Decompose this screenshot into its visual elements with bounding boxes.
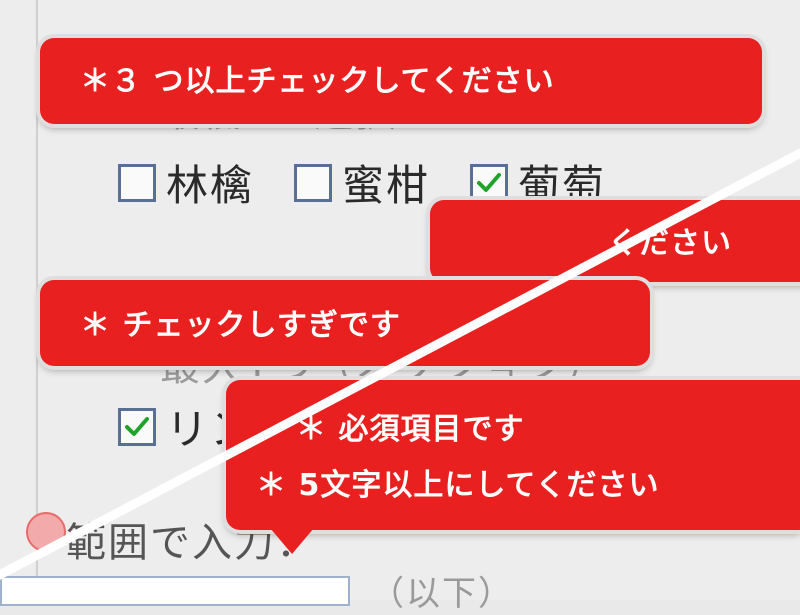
tooltip-too-many: ＊ チェックしすぎです <box>40 280 650 366</box>
check-mark-icon <box>477 172 502 192</box>
checkbox-mikan[interactable] <box>294 163 333 202</box>
check-mark-icon <box>125 416 149 436</box>
tooltip-arrow <box>270 528 314 554</box>
tooltip-hidden-right: ください <box>430 200 800 282</box>
radio-icon-section3[interactable] <box>26 512 66 552</box>
checkbox-ringo[interactable] <box>118 163 156 202</box>
input-suffix: （以下） <box>370 574 514 614</box>
tooltip-text: ＊３ つ以上チェックしてください <box>80 64 555 99</box>
tooltip-text-min-chars: ＊ 5文字以上にしてください <box>256 468 660 503</box>
option-label: 林檎 <box>166 161 255 210</box>
tooltip-required-min-chars: ＊ 必須項目です ＊ 5文字以上にしてください <box>226 380 800 530</box>
checkbox-budou[interactable] <box>470 163 509 202</box>
checkbox-ringo-katakana[interactable] <box>118 407 156 446</box>
option-mikan[interactable]: 蜜柑 <box>294 152 430 213</box>
tooltip-text-required: ＊ 必須項目です <box>296 412 525 447</box>
tooltip-text: ください <box>608 226 732 261</box>
tooltip-text: ＊ チェックしすぎです <box>80 308 401 343</box>
form-left-border <box>36 0 38 600</box>
tooltip-min-check: ＊３ つ以上チェックしてください <box>40 38 762 124</box>
option-label: 蜜柑 <box>342 161 431 210</box>
option-ringo[interactable]: 林檎 <box>118 152 254 213</box>
range-text-input[interactable] <box>0 576 350 606</box>
